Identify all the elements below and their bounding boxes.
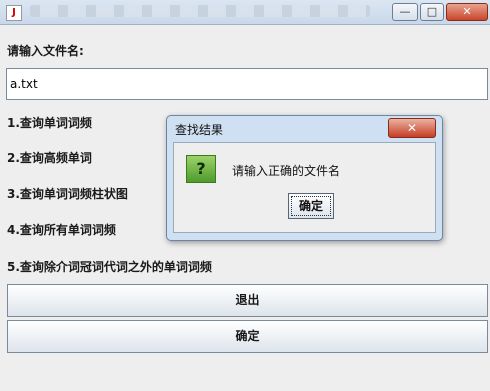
blurred-toolbar bbox=[30, 5, 370, 17]
dialog-close-button[interactable]: ✕ bbox=[388, 118, 436, 138]
dialog-message: 请输入正确的文件名 bbox=[232, 164, 341, 178]
dialog-title: 查找结果 bbox=[175, 123, 224, 137]
exit-button[interactable]: 退出 bbox=[7, 284, 488, 317]
window-title-bar: J — □ ✕ bbox=[0, 0, 490, 25]
question-icon: ? bbox=[186, 155, 216, 183]
maximize-button[interactable]: □ bbox=[420, 3, 444, 21]
dialog-ok-button[interactable]: 确定 bbox=[288, 193, 334, 219]
confirm-button[interactable]: 确定 bbox=[7, 320, 488, 353]
dialog-body: ? 请输入正确的文件名 确定 bbox=[173, 142, 436, 233]
option-4-label: 4.查询所有单词词频 bbox=[7, 223, 116, 237]
filename-input[interactable] bbox=[6, 68, 488, 100]
minimize-button[interactable]: — bbox=[392, 3, 418, 21]
option-5-label: 5.查询除介词冠词代词之外的单词词频 bbox=[7, 260, 212, 274]
option-1-label: 1.查询单词词频 bbox=[7, 116, 92, 130]
close-button[interactable]: ✕ bbox=[446, 3, 488, 21]
filename-prompt-label: 请输入文件名: bbox=[7, 44, 84, 58]
result-dialog: 查找结果 ✕ ? 请输入正确的文件名 确定 bbox=[166, 115, 443, 241]
option-3-label: 3.查询单词词频柱状图 bbox=[7, 187, 128, 201]
option-2-label: 2.查询高频单词 bbox=[7, 151, 92, 165]
java-icon: J bbox=[6, 5, 22, 21]
